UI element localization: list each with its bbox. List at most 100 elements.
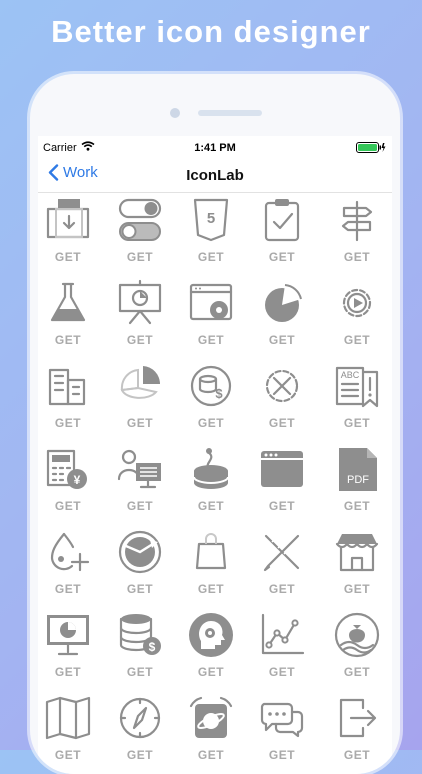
svg-text:$: $ [215, 386, 223, 401]
compass-icon [119, 697, 161, 739]
head-gears-icon [189, 613, 233, 657]
gear-play-icon [342, 288, 372, 318]
get-button[interactable]: GET [269, 499, 295, 513]
icon-cell[interactable]: GET [104, 443, 176, 526]
drop-plus-icon [50, 532, 90, 572]
settings-tools-icon [265, 369, 299, 403]
icon-cell[interactable]: GET [318, 692, 392, 774]
get-button[interactable]: GET [55, 582, 81, 596]
get-button[interactable]: GET [127, 499, 153, 513]
calculator-yen-icon: ¥ [46, 449, 87, 489]
icon-cell[interactable]: GET [318, 526, 392, 609]
get-button[interactable]: GET [198, 582, 224, 596]
icon-cell[interactable]: GET [38, 360, 104, 443]
get-button[interactable]: GET [198, 499, 224, 513]
icon-cell[interactable]: GET [176, 526, 246, 609]
icon-cell[interactable]: GET [246, 360, 318, 443]
icon-cell[interactable]: ABC GET [318, 360, 392, 443]
icon-cell[interactable]: GET [38, 194, 104, 277]
icon-cell[interactable]: 5 GET [176, 194, 246, 277]
icon-cell[interactable]: GET [246, 526, 318, 609]
chat-bubbles-icon [260, 702, 304, 738]
pencil-ruler-icon [263, 534, 300, 572]
icon-cell[interactable]: GET [38, 277, 104, 360]
pie-chart-3d-icon [120, 366, 161, 399]
icon-cell[interactable]: GET [246, 692, 318, 774]
get-button[interactable]: GET [55, 333, 81, 347]
get-button[interactable]: GET [198, 250, 224, 264]
database-pin-icon [193, 448, 229, 489]
pdf-file-icon: PDF [339, 448, 377, 491]
icon-cell[interactable]: ¥ GET [38, 443, 104, 526]
get-button[interactable]: GET [55, 250, 81, 264]
icon-cell[interactable]: GET [104, 360, 176, 443]
html5-icon: 5 [193, 198, 229, 242]
svg-text:$: $ [149, 640, 156, 654]
get-button[interactable]: GET [269, 582, 295, 596]
get-button[interactable]: GET [344, 333, 370, 347]
icon-cell[interactable]: GET [38, 526, 104, 609]
page-title: IconLab [186, 167, 244, 184]
globe-plane-icon [118, 530, 162, 574]
icon-cell[interactable]: GET [104, 526, 176, 609]
icon-cell[interactable]: GET [176, 609, 246, 692]
icon-cell[interactable]: GET [246, 443, 318, 526]
get-button[interactable]: GET [55, 665, 81, 679]
get-button[interactable]: GET [198, 416, 224, 430]
icon-cell[interactable]: GET [38, 609, 104, 692]
line-chart-icon [261, 613, 305, 655]
icon-cell[interactable]: $ GET [176, 360, 246, 443]
status-bar: Carrier 1:41 PM [38, 136, 392, 158]
get-button[interactable]: GET [127, 582, 153, 596]
get-button[interactable]: GET [344, 665, 370, 679]
icon-cell[interactable]: GET [318, 194, 392, 277]
get-button[interactable]: GET [55, 748, 81, 762]
get-button[interactable]: GET [344, 250, 370, 264]
get-button[interactable]: GET [127, 250, 153, 264]
icon-cell[interactable]: GET [318, 277, 392, 360]
battery-icon [356, 142, 386, 153]
icon-cell[interactable]: GET [104, 194, 176, 277]
icon-cell[interactable]: PDF GET [318, 443, 392, 526]
get-button[interactable]: GET [55, 416, 81, 430]
get-button[interactable]: GET [269, 748, 295, 762]
icon-cell[interactable]: GET [176, 443, 246, 526]
get-button[interactable]: GET [198, 333, 224, 347]
phone-frame: Carrier 1:41 PM Work IconLab GET GET 5 G… [30, 74, 400, 774]
get-button[interactable]: GET [269, 250, 295, 264]
icon-cell[interactable]: GET [246, 609, 318, 692]
signpost-icon [341, 200, 373, 242]
front-camera [170, 108, 180, 118]
get-button[interactable]: GET [198, 748, 224, 762]
icon-cell[interactable]: GET [38, 692, 104, 774]
get-button[interactable]: GET [269, 665, 295, 679]
icon-cell[interactable]: $ GET [104, 609, 176, 692]
get-button[interactable]: GET [198, 665, 224, 679]
browser-window-icon [261, 451, 303, 487]
get-button[interactable]: GET [127, 416, 153, 430]
navigation-bar: Work IconLab [38, 158, 392, 193]
clock: 1:41 PM [194, 142, 236, 154]
get-button[interactable]: GET [127, 333, 153, 347]
get-button[interactable]: GET [55, 499, 81, 513]
clipboard-check-icon [264, 199, 300, 242]
icon-cell[interactable]: GET [246, 277, 318, 360]
get-button[interactable]: GET [127, 748, 153, 762]
get-button[interactable]: GET [127, 665, 153, 679]
icon-cell[interactable]: GET [246, 194, 318, 277]
icon-cell[interactable]: GET [176, 277, 246, 360]
icon-cell[interactable]: GET [318, 609, 392, 692]
get-button[interactable]: GET [269, 333, 295, 347]
get-button[interactable]: GET [269, 416, 295, 430]
headline: Better icon designer [51, 14, 371, 49]
get-button[interactable]: GET [344, 748, 370, 762]
icon-cell[interactable]: GET [104, 277, 176, 360]
shopping-bag-icon [195, 533, 227, 570]
flask-icon [50, 282, 86, 322]
get-button[interactable]: GET [344, 416, 370, 430]
buildings-icon [48, 368, 86, 406]
icon-cell[interactable]: GET [104, 692, 176, 774]
icon-cell[interactable]: GET [176, 692, 246, 774]
get-button[interactable]: GET [344, 582, 370, 596]
get-button[interactable]: GET [344, 499, 370, 513]
